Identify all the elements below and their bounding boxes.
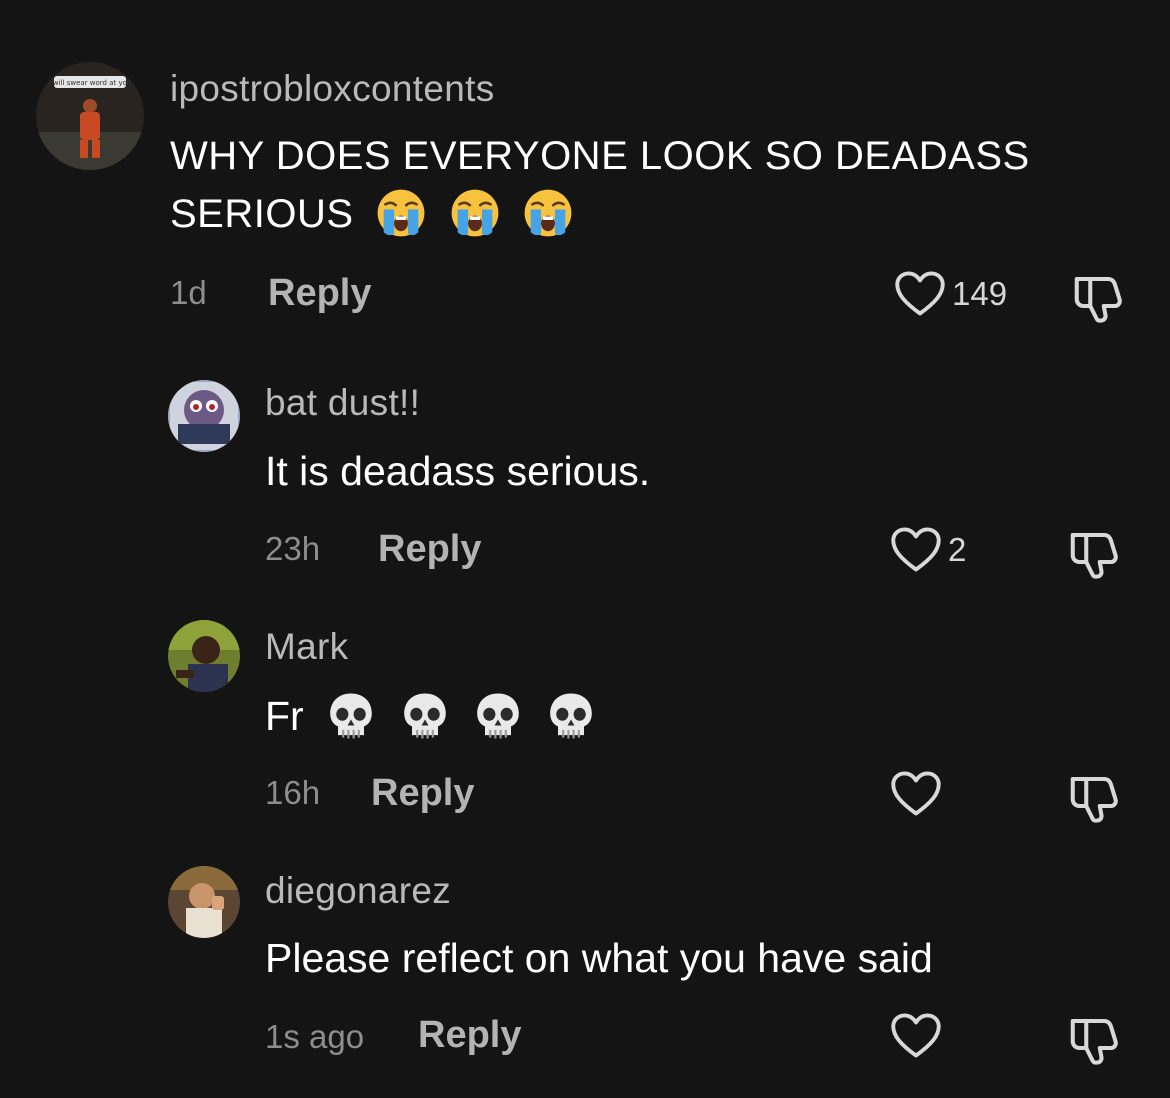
dislike-button[interactable] [1066, 1012, 1120, 1066]
dislike-button[interactable] [1066, 770, 1120, 824]
comment-text-line: SERIOUS [170, 192, 354, 236]
dislike-button[interactable] [1066, 526, 1120, 580]
avatar[interactable] [168, 866, 240, 938]
thumbs-down-outline-icon [1066, 770, 1120, 824]
reply-button[interactable]: Reply [378, 528, 481, 571]
avatar[interactable] [168, 380, 240, 452]
reply-button[interactable]: Reply [418, 1014, 521, 1057]
thumbs-down-outline-icon [1070, 270, 1124, 324]
like-count: 2 [948, 531, 967, 568]
comment-timestamp: 1s ago [265, 1018, 365, 1055]
reply-button[interactable]: Reply [268, 272, 371, 315]
comment-text-line: WHY DOES EVERYONE LOOK SO DEADASS [170, 134, 1030, 178]
heart-outline-icon [890, 1012, 942, 1060]
loudly-crying-face-icon [375, 187, 427, 239]
svg-text:I will swear word at you: I will swear word at you [49, 79, 132, 87]
thumbs-down-outline-icon [1066, 526, 1120, 580]
comment-username[interactable]: ipostrobloxcontents [170, 68, 495, 110]
comment-text: WHY DOES EVERYONE LOOK SO DEADASS [170, 128, 1030, 184]
reply-button[interactable]: Reply [371, 772, 474, 815]
like-button[interactable]: 149 [894, 270, 1007, 318]
like-button[interactable] [890, 770, 948, 818]
heart-outline-icon [890, 770, 942, 818]
comment-text: Fr [265, 688, 597, 745]
comment-timestamp: 16h [265, 774, 321, 811]
comment-text: SERIOUS [170, 186, 574, 242]
comment-timestamp: 23h [265, 530, 321, 567]
heart-outline-icon [890, 526, 942, 574]
comment-username[interactable]: bat dust!! [265, 382, 420, 424]
avatar[interactable]: I will swear word at you [36, 62, 144, 170]
loudly-crying-face-icon [522, 187, 574, 239]
comment-text-line: Fr [265, 693, 304, 739]
dislike-button[interactable] [1070, 270, 1124, 324]
skull-icon [472, 690, 524, 742]
comment-text: Please reflect on what you have said [265, 935, 933, 981]
comment-username[interactable]: Mark [265, 626, 348, 668]
heart-outline-icon [894, 270, 946, 318]
skull-icon [545, 690, 597, 742]
avatar[interactable] [168, 620, 240, 692]
comment-username[interactable]: diegonarez [265, 870, 451, 912]
like-button[interactable]: 2 [890, 526, 966, 574]
skull-icon [325, 690, 377, 742]
thumbs-down-outline-icon [1066, 1012, 1120, 1066]
comment-text: It is deadass serious. [265, 448, 651, 494]
comment-timestamp: 1d [170, 274, 207, 311]
loudly-crying-face-icon [449, 187, 501, 239]
skull-icon [399, 690, 451, 742]
like-count: 149 [952, 275, 1008, 312]
like-button[interactable] [890, 1012, 948, 1060]
